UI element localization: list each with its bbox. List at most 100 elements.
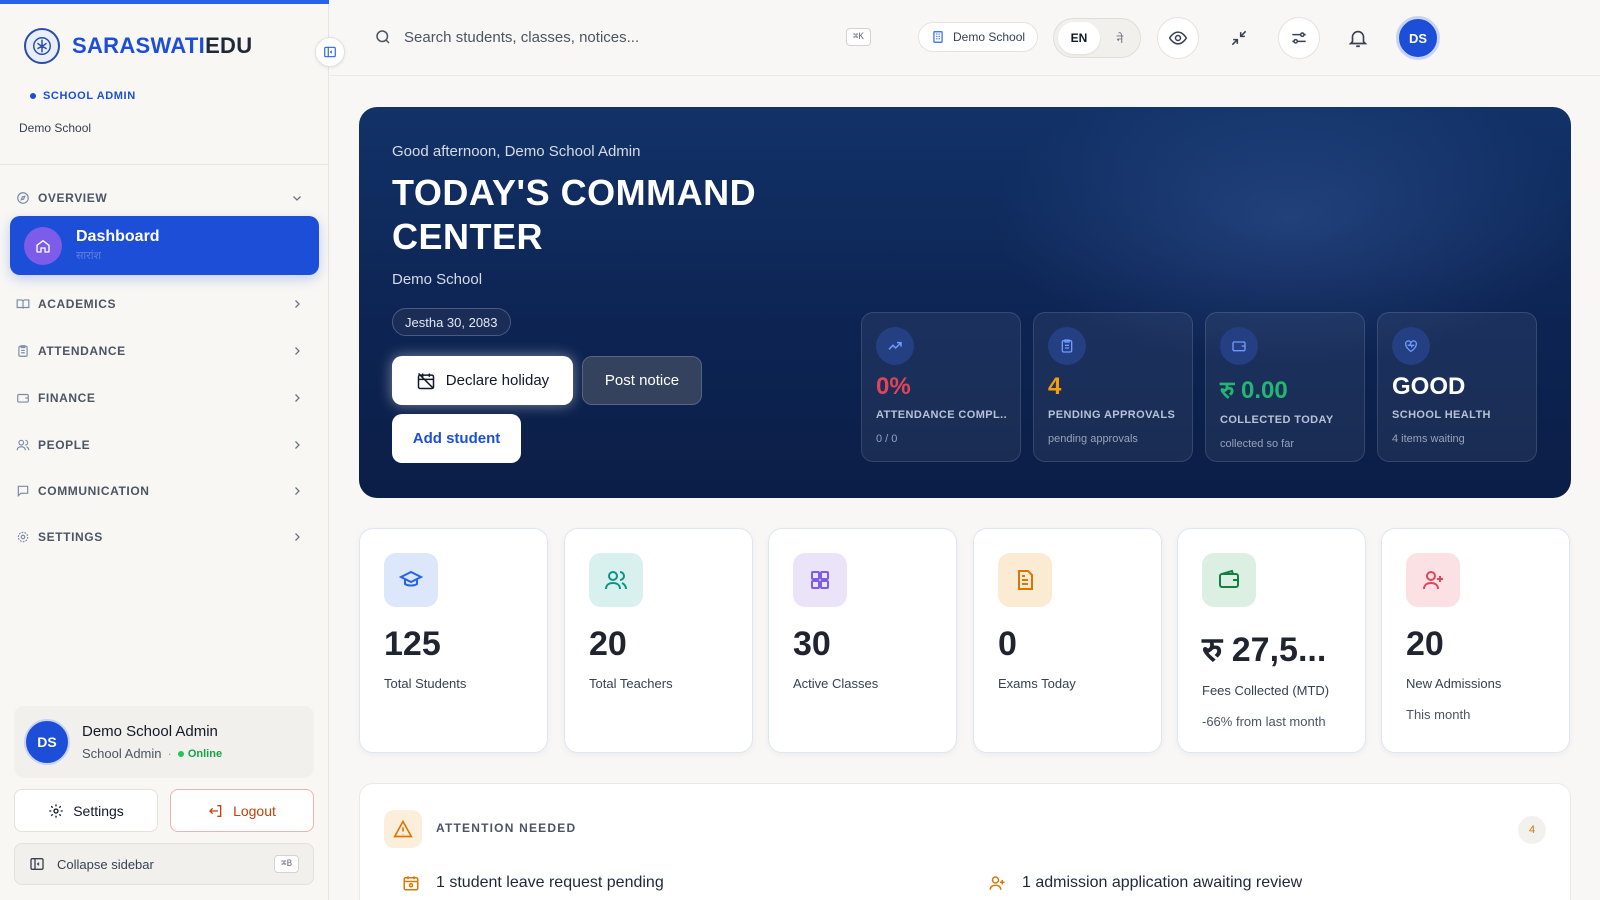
- stat-card-exams-today[interactable]: 0 Exams Today: [973, 528, 1162, 753]
- user-card[interactable]: DS Demo School Admin School Admin · Online: [14, 706, 314, 778]
- page-title: TODAY'S COMMAND CENTER: [392, 172, 757, 257]
- logout-icon: [208, 803, 224, 819]
- stat-card-active-classes[interactable]: 30 Active Classes: [768, 528, 957, 753]
- wallet-icon: [1220, 327, 1258, 365]
- calendar-icon: [402, 874, 420, 892]
- lang-ne-button[interactable]: ने: [1104, 22, 1136, 54]
- add-student-button[interactable]: Add student: [392, 414, 521, 463]
- kpi-sub: 0 / 0: [876, 433, 898, 445]
- compass-icon: [16, 191, 30, 205]
- message-icon: [16, 484, 30, 498]
- wallet-icon: [16, 391, 30, 405]
- stat-label: New Admissions: [1406, 676, 1502, 691]
- brand[interactable]: SARASWATIEDU: [24, 28, 252, 64]
- date-badge: Jestha 30, 2083: [392, 308, 511, 336]
- search-input[interactable]: [404, 28, 824, 46]
- kpi-value: 4: [1048, 373, 1062, 400]
- divider: [0, 164, 329, 165]
- nav-section-overview[interactable]: OVERVIEW: [0, 178, 329, 218]
- stat-value: 20: [1406, 625, 1444, 663]
- post-notice-button[interactable]: Post notice: [582, 356, 702, 405]
- grid-icon: [793, 553, 847, 607]
- collapse-sidebar-label: Collapse sidebar: [57, 856, 154, 872]
- nav-item-sublabel: सारांश: [76, 250, 102, 262]
- minimize-button[interactable]: [1218, 17, 1260, 59]
- gear-icon: [48, 803, 64, 819]
- stat-value: 30: [793, 625, 831, 663]
- kpi-value: 0%: [876, 373, 911, 400]
- sidebar-toggle-button[interactable]: [315, 37, 345, 67]
- heart-pulse-icon: [1392, 327, 1430, 365]
- nav-item-label: Dashboard: [76, 228, 160, 245]
- attention-item[interactable]: 1 student leave request pending: [402, 874, 664, 892]
- attention-item[interactable]: 1 admission application awaiting review: [988, 874, 1302, 892]
- stat-card-fees-collected[interactable]: रु 27,5... Fees Collected (MTD) -66% fro…: [1177, 528, 1366, 753]
- nav-section-label: ACADEMICS: [38, 297, 117, 311]
- user-role: School Admin · Online: [82, 746, 223, 761]
- sidebar-panel-icon: [323, 45, 337, 59]
- stat-card-total-students[interactable]: 125 Total Students: [359, 528, 548, 753]
- minimize-icon: [1229, 28, 1249, 48]
- settings-button[interactable]: Settings: [14, 789, 158, 832]
- school-switcher[interactable]: Demo School: [918, 22, 1039, 52]
- online-status-badge: Online: [177, 748, 222, 760]
- gear-icon: [16, 530, 30, 544]
- visibility-button[interactable]: [1157, 17, 1199, 59]
- search-icon: [374, 28, 392, 46]
- stat-sub: -66% from last month: [1202, 714, 1326, 729]
- nav-section-people[interactable]: PEOPLE: [0, 425, 329, 465]
- nav-section-communication[interactable]: COMMUNICATION: [0, 471, 329, 511]
- chevron-right-icon: [291, 345, 303, 357]
- nav-section-label: PEOPLE: [38, 438, 91, 452]
- kpi-sub: 4 items waiting: [1392, 433, 1465, 445]
- nav-item-dashboard[interactable]: Dashboard सारांश: [10, 216, 319, 275]
- nav-section-academics[interactable]: ACADEMICS: [0, 284, 329, 324]
- chevron-right-icon: [291, 531, 303, 543]
- clipboard-icon: [1048, 327, 1086, 365]
- sliders-icon: [1289, 28, 1309, 48]
- avatar: DS: [24, 719, 70, 765]
- kpi-attendance[interactable]: 0% ATTENDANCE COMPL... 0 / 0: [861, 312, 1021, 462]
- nav-section-finance[interactable]: FINANCE: [0, 378, 329, 418]
- stat-card-total-teachers[interactable]: 20 Total Teachers: [564, 528, 753, 753]
- stat-label: Total Students: [384, 676, 467, 691]
- greeting: Good afternoon, Demo School Admin: [392, 143, 641, 160]
- nav-section-label: FINANCE: [38, 391, 96, 405]
- stat-label: Exams Today: [998, 676, 1076, 691]
- eye-icon: [1168, 28, 1188, 48]
- language-toggle[interactable]: EN ने: [1053, 18, 1141, 58]
- search-bar[interactable]: ⌘K: [374, 20, 889, 54]
- stat-value: 20: [589, 625, 627, 663]
- brand-name: SARASWATIEDU: [72, 33, 253, 58]
- declare-holiday-label: Declare holiday: [445, 372, 550, 389]
- kpi-collected-today[interactable]: रु 0.00 COLLECTED TODAY collected so far: [1205, 312, 1365, 462]
- role-badge: SCHOOL ADMIN: [30, 90, 136, 102]
- filters-button[interactable]: [1278, 17, 1320, 59]
- stat-value: रु 27,5...: [1202, 631, 1327, 669]
- declare-holiday-button[interactable]: Declare holiday: [392, 356, 573, 405]
- kpi-label: SCHOOL HEALTH: [1392, 409, 1491, 421]
- stat-label: Total Teachers: [589, 676, 673, 691]
- attention-title: ATTENTION NEEDED: [436, 821, 577, 835]
- nav-section-settings[interactable]: SETTINGS: [0, 517, 329, 557]
- stat-card-new-admissions[interactable]: 20 New Admissions This month: [1381, 528, 1570, 753]
- notifications-button[interactable]: [1337, 17, 1379, 59]
- lang-en-button[interactable]: EN: [1058, 22, 1100, 54]
- settings-button-label: Settings: [73, 802, 124, 819]
- kpi-school-health[interactable]: GOOD SCHOOL HEALTH 4 items waiting: [1377, 312, 1537, 462]
- logout-button-label: Logout: [233, 802, 276, 819]
- school-logo-icon: [24, 28, 60, 64]
- collapse-sidebar-button[interactable]: Collapse sidebar ⌘B: [14, 843, 314, 885]
- nav-section-attendance[interactable]: ATTENDANCE: [0, 331, 329, 371]
- kpi-sub: pending approvals: [1048, 433, 1138, 445]
- attention-item-text: 1 admission application awaiting review: [1022, 874, 1303, 891]
- user-avatar-button[interactable]: DS: [1396, 16, 1440, 60]
- logout-button[interactable]: Logout: [170, 789, 314, 832]
- nav-section-label: SETTINGS: [38, 530, 103, 544]
- chevron-right-icon: [291, 485, 303, 497]
- chevron-down-icon: [291, 192, 303, 204]
- bell-icon: [1347, 27, 1369, 49]
- kpi-value: GOOD: [1392, 373, 1466, 400]
- chevron-right-icon: [291, 439, 303, 451]
- kpi-pending-approvals[interactable]: 4 PENDING APPROVALS pending approvals: [1033, 312, 1193, 462]
